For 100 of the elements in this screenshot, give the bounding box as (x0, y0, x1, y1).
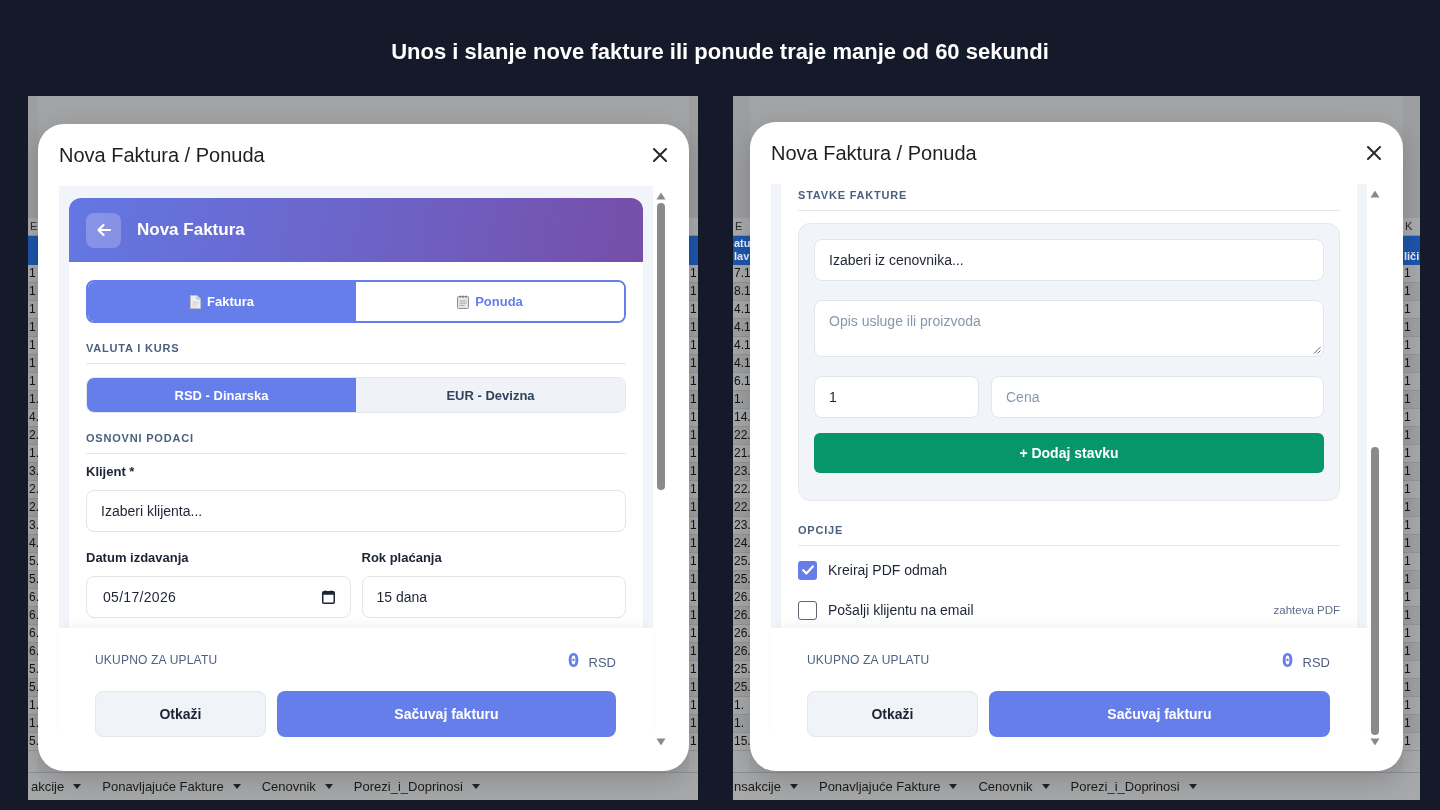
section-title: STAVKE FAKTURE (798, 189, 908, 202)
sheet-cell: 1 (1403, 589, 1420, 607)
caret-icon[interactable] (73, 784, 82, 789)
textarea-field[interactable]: Opis usluge ili proizvoda (814, 300, 1324, 357)
total-amount: 0 (567, 648, 580, 672)
sheet-cell: 1 (1403, 715, 1420, 733)
caret-icon[interactable] (1188, 784, 1197, 789)
calendar-icon[interactable] (321, 590, 335, 604)
total-amount: 0 (1281, 648, 1294, 672)
sheet-cell: 4.1 (733, 355, 750, 373)
header-cell (689, 236, 698, 265)
scroll-down-icon[interactable] (656, 738, 666, 746)
sheet-cell: 1 (1403, 661, 1420, 679)
sheet-cell: 1 (1403, 553, 1420, 571)
checkbox-label[interactable]: Pošalji klijentu na email (828, 602, 974, 618)
sheet-cell: 15. (733, 733, 750, 751)
dialog-title: Nova Faktura / Ponuda (771, 141, 977, 165)
sheet-cell: 22. (733, 499, 750, 517)
scroll-up-icon[interactable] (656, 192, 666, 200)
sheet-cell: 1 (1403, 625, 1420, 643)
notepad-icon (457, 294, 470, 309)
doc-type-tab[interactable]: Faktura (88, 282, 356, 321)
quantity-field[interactable]: 1 (814, 376, 979, 418)
select-field[interactable]: Izaberi iz cenovnika... (814, 239, 1324, 281)
sheet-cell: 4.1 (733, 337, 750, 355)
select-field[interactable]: 15 dana (361, 576, 626, 618)
sheet-cell: 26. (733, 589, 750, 607)
sheet-cell: 1 (1403, 409, 1420, 427)
resize-handle-icon[interactable] (1313, 346, 1321, 354)
sheet-cell: 1 (1403, 679, 1420, 697)
sheet-cell: 1 (1403, 517, 1420, 535)
sheet-cell: 25. (733, 571, 750, 589)
caret-icon[interactable] (232, 784, 241, 789)
header-cell (28, 236, 38, 265)
currency-option[interactable]: RSD - Dinarska (87, 378, 356, 412)
scrollbar-thumb[interactable] (1371, 446, 1379, 735)
sheet-cell: 1 (1403, 643, 1420, 661)
column-letter: E (733, 218, 750, 236)
select-field[interactable]: Izaberi klijenta... (86, 490, 626, 532)
currency-option[interactable]: EUR - Devizna (356, 378, 625, 412)
cancel-button[interactable]: Otkaži (95, 691, 266, 737)
sheet-tab[interactable]: Porezi_i_Doprinosi (353, 779, 480, 794)
sheet-cell: 24. (733, 535, 750, 553)
sheet-cell: 26. (733, 643, 750, 661)
scroll-down-icon[interactable] (1370, 738, 1380, 746)
save-button[interactable]: Sačuvaj fakturu (277, 691, 616, 737)
sheet-cell: 4.1 (733, 319, 750, 337)
sheet-cell: 1. (733, 697, 750, 715)
headline: Unos i slanje nove fakture ili ponude traje manje od 60 sekundi (391, 39, 1049, 65)
sheet-cell: 1 (1403, 337, 1420, 355)
sheet-tab[interactable]: nsakcije (734, 779, 798, 794)
caret-icon[interactable] (949, 784, 958, 789)
sheet-cell: 1 (1403, 265, 1420, 283)
sheet-tab[interactable]: Cenovnik (261, 779, 333, 794)
sheet-cell: 23. (733, 517, 750, 535)
field-label: Datum izdavanja (86, 550, 189, 566)
checkbox[interactable] (798, 560, 817, 580)
sheet-cell: 1 (1403, 301, 1420, 319)
sheet-cell: 1 (1403, 607, 1420, 625)
total-label: UKUPNO ZA UPLATU (95, 653, 218, 667)
save-button[interactable]: Sačuvaj fakturu (989, 691, 1330, 737)
document-icon (190, 294, 201, 309)
section-title: VALUTA I KURS (86, 342, 180, 355)
back-button[interactable] (86, 212, 121, 248)
sheet-cell: 1 (1403, 481, 1420, 499)
sheet-cell: 26. (733, 607, 750, 625)
caret-icon[interactable] (472, 784, 480, 789)
caret-icon[interactable] (789, 784, 798, 789)
sheet-cell: 1. (733, 391, 750, 409)
date-field[interactable]: 05/17/2026 (86, 576, 351, 618)
header-text: atu (733, 237, 750, 250)
close-icon[interactable] (1367, 146, 1381, 160)
dialog-title: Nova Faktura / Ponuda (59, 143, 265, 167)
field-label: Klijent * (86, 464, 135, 480)
sheet-tab[interactable]: akcije (31, 779, 82, 794)
card-title: Nova Faktura (137, 220, 245, 240)
caret-icon[interactable] (1041, 784, 1050, 789)
sheet-cell: 1 (1403, 391, 1420, 409)
input-field[interactable]: Cena (991, 376, 1324, 418)
back-arrow-icon[interactable] (95, 222, 112, 238)
scrollbar-thumb[interactable] (657, 203, 665, 491)
checkbox[interactable] (798, 600, 817, 620)
sheet-cell: 1 (1403, 427, 1420, 445)
total-label: UKUPNO ZA UPLATU (807, 653, 930, 667)
sheet-tab[interactable]: Cenovnik (978, 779, 1050, 794)
sheet-cell: 1 (1403, 445, 1420, 463)
sheet-cell: 22. (733, 481, 750, 499)
caret-icon[interactable] (324, 784, 333, 789)
close-icon[interactable] (653, 148, 667, 162)
scroll-up-icon[interactable] (1370, 190, 1380, 198)
checkbox-label[interactable]: Kreiraj PDF odmah (828, 562, 948, 578)
sheet-cell: 25. (733, 661, 750, 679)
sheet-tab[interactable]: Ponavljajuće Fakture (102, 779, 241, 794)
section-title: OPCIJE (798, 524, 844, 537)
add-item-button[interactable]: + Dodaj stavku (814, 433, 1324, 473)
cancel-button[interactable]: Otkaži (807, 691, 978, 737)
sheet-tab[interactable]: Ponavljajuće Fakture (818, 779, 958, 794)
sheet-tab[interactable]: Porezi_i_Doprinosi (1070, 779, 1197, 794)
sheet-cell: 1 (1403, 355, 1420, 373)
sheet-cell: 1 (1403, 283, 1420, 301)
